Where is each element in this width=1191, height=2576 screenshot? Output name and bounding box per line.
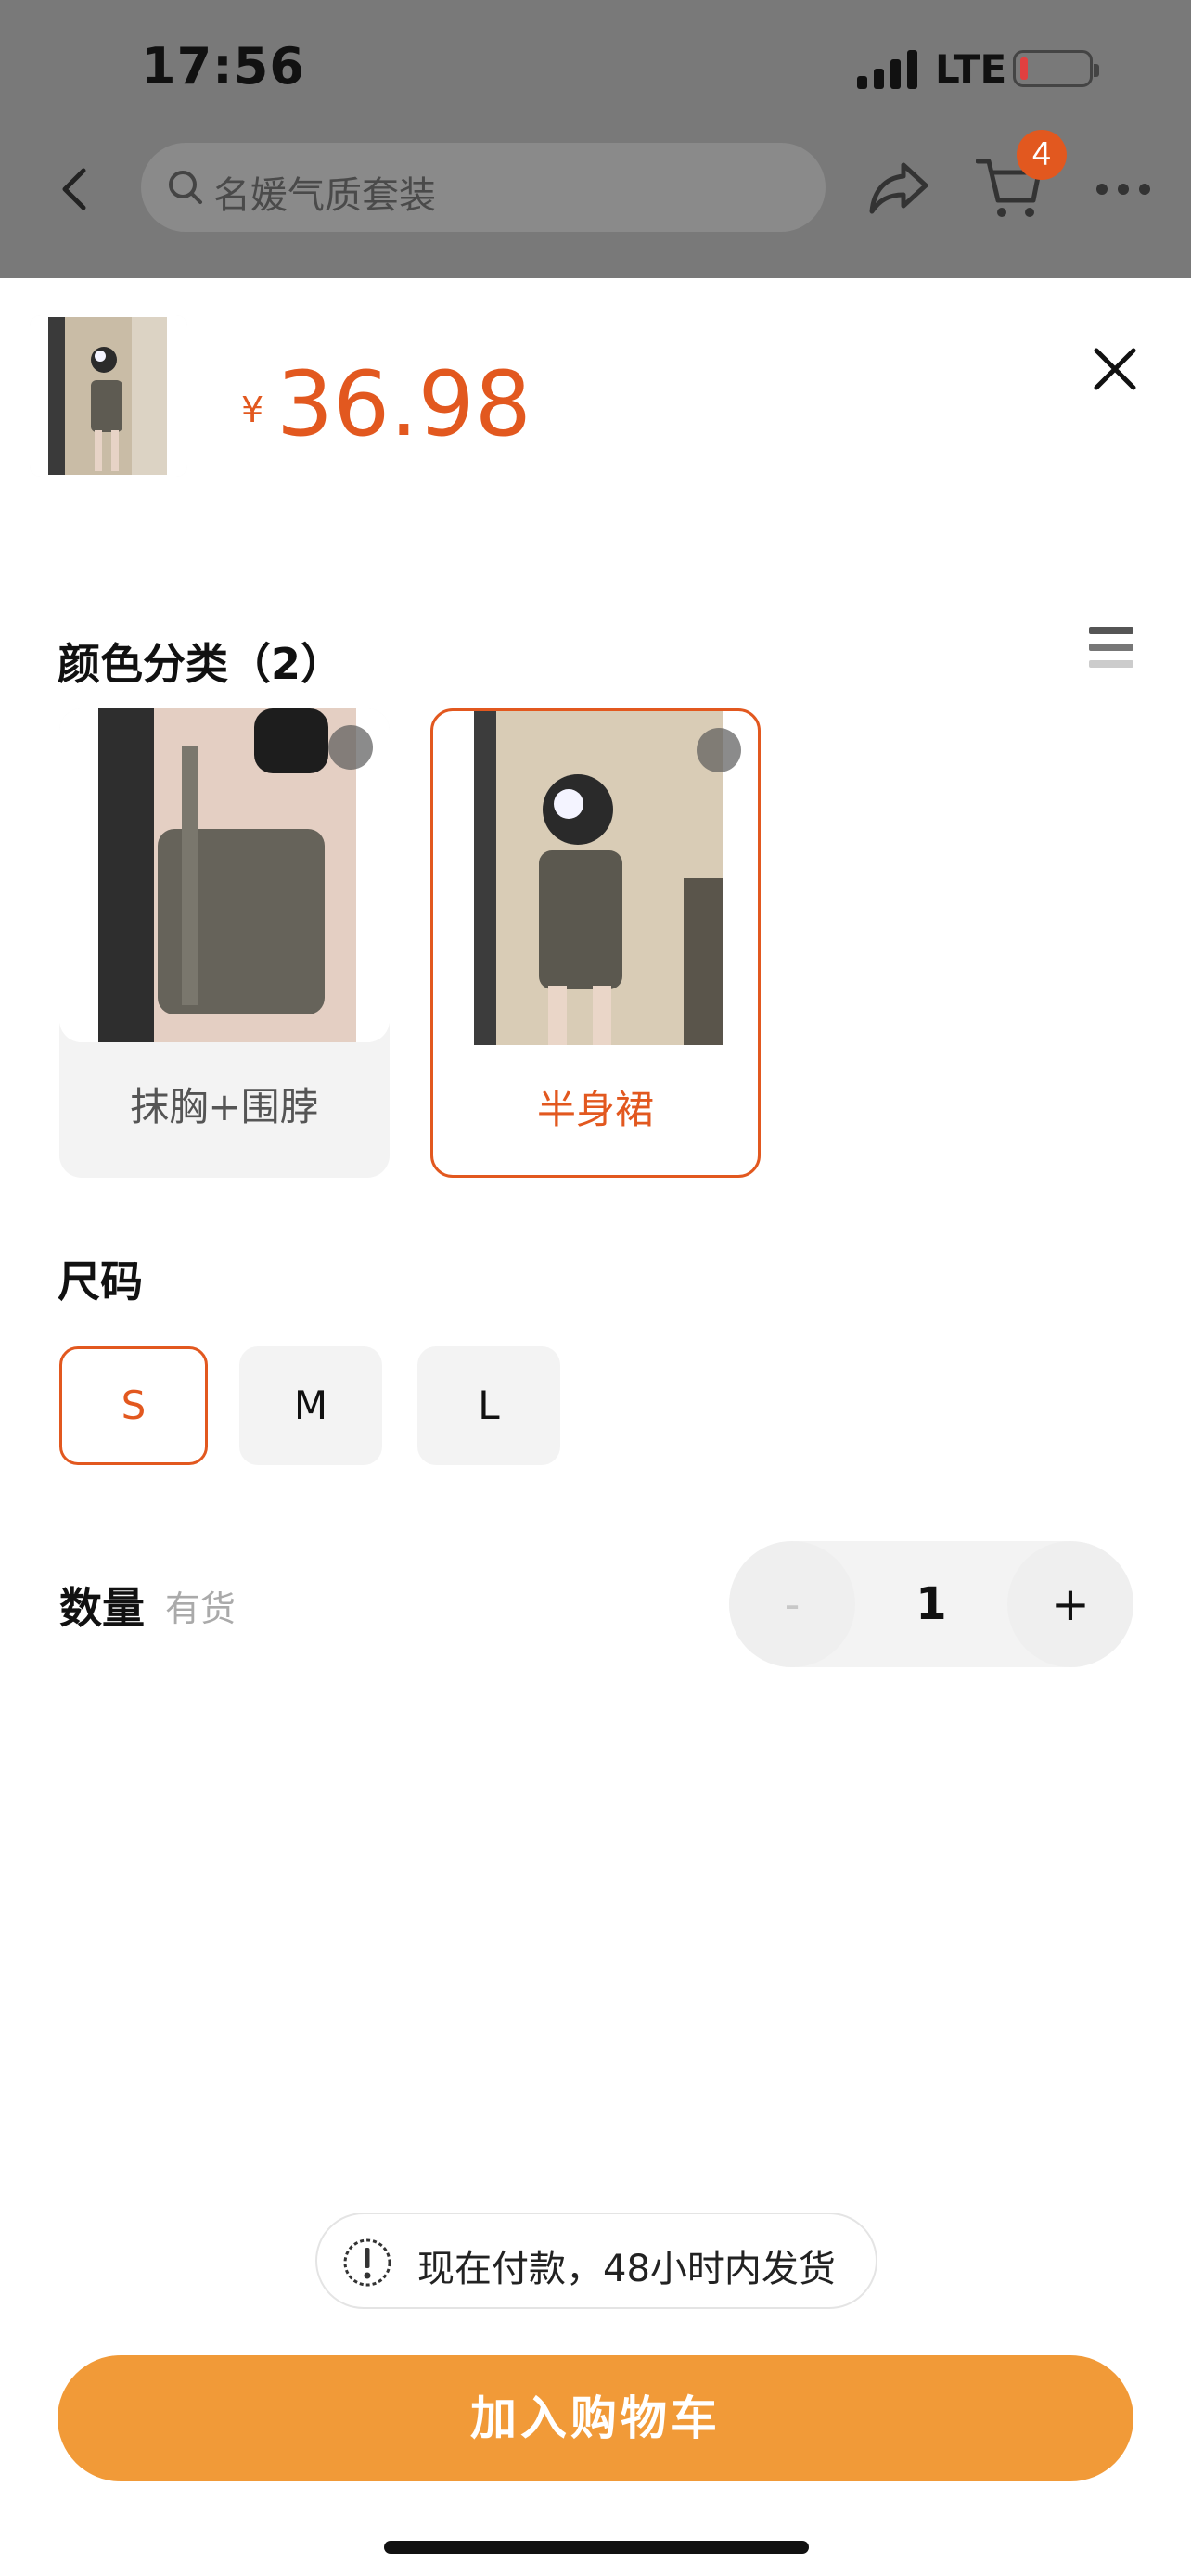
product-thumbnail[interactable]: [30, 315, 187, 477]
back-arrow-icon[interactable]: [48, 161, 104, 217]
status-time: 17:56: [141, 37, 305, 96]
shipping-notice-text: 现在付款，48小时内发货: [417, 2248, 836, 2290]
quantity-label: 数量: [59, 1583, 145, 1633]
quantity-stepper: - 1 +: [729, 1541, 1133, 1667]
cart-count-badge: 4: [1017, 130, 1067, 180]
cellular-signal-icon: [857, 50, 917, 89]
color-option-top-scarf[interactable]: 抹胸+围脖: [59, 708, 390, 1178]
color-option-label: 半身裙: [536, 1087, 654, 1132]
currency-symbol: ¥: [241, 389, 264, 430]
product-price: 36.98: [276, 352, 531, 456]
search-bar[interactable]: 名媛气质套装: [141, 143, 826, 232]
size-section-title: 尺码: [58, 1256, 143, 1307]
more-options-icon[interactable]: [1091, 171, 1156, 208]
network-type: LTE: [935, 46, 1007, 92]
color-option-skirt[interactable]: 半身裙: [430, 708, 761, 1178]
size-option-m[interactable]: M: [239, 1346, 382, 1465]
shipping-notice: 现在付款，48小时内发货: [315, 2213, 877, 2309]
stock-status: 有货: [165, 1588, 237, 1629]
battery-icon: [1013, 50, 1099, 87]
close-icon[interactable]: [1089, 343, 1141, 395]
size-option-s[interactable]: S: [59, 1346, 208, 1465]
increase-button[interactable]: +: [1007, 1541, 1133, 1667]
share-icon[interactable]: [866, 158, 931, 217]
expand-image-icon[interactable]: [697, 728, 741, 772]
color-option-image: [59, 708, 390, 1042]
color-section-title: 颜色分类（2）: [58, 639, 344, 689]
size-option-l[interactable]: L: [417, 1346, 560, 1465]
color-option-image: [433, 711, 758, 1045]
top-nav-bar: 名媛气质套装 4: [0, 130, 1191, 241]
search-placeholder: 名媛气质套装: [213, 174, 436, 217]
decrease-button[interactable]: -: [729, 1541, 855, 1667]
exclamation-icon: [343, 2238, 391, 2287]
home-indicator[interactable]: [384, 2541, 809, 2554]
sku-selection-sheet: ¥ 36.98 颜色分类（2） 抹胸+围脖 半身裙 尺码 S M L 数量 有货…: [0, 278, 1191, 2576]
expand-image-icon[interactable]: [328, 725, 373, 770]
status-bar: 17:56 LTE: [0, 0, 1191, 139]
color-option-label: 抹胸+围脖: [130, 1084, 319, 1129]
list-view-icon[interactable]: [1087, 623, 1135, 671]
search-icon: [169, 171, 202, 204]
quantity-value: 1: [916, 1578, 947, 1630]
product-photo: [30, 315, 187, 477]
add-to-cart-button[interactable]: 加入购物车: [58, 2355, 1133, 2481]
